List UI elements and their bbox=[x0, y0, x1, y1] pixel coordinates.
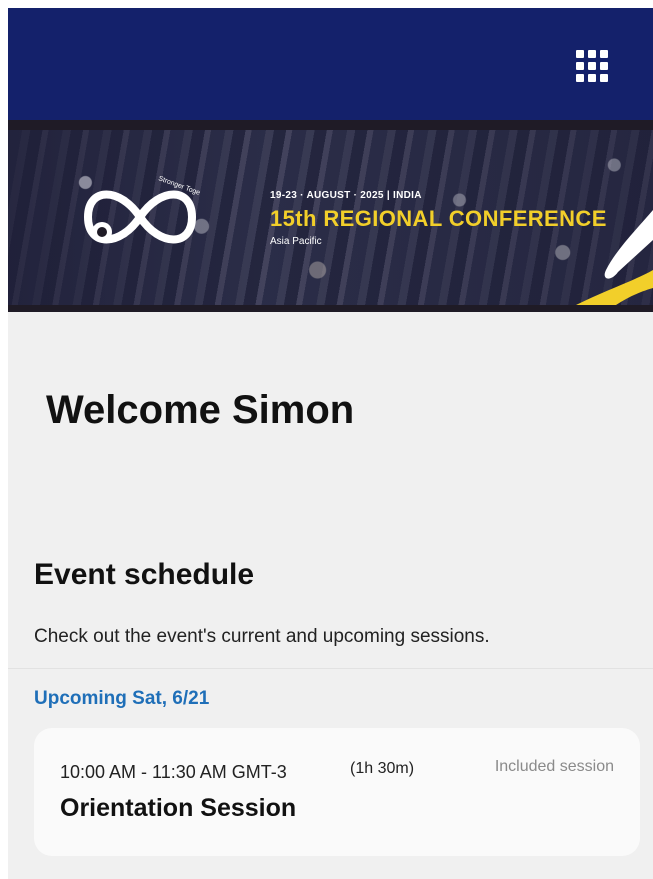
stronger-together-logo: Stronger Together bbox=[83, 175, 200, 244]
banner-dates: 19-23 · AUGUST · 2025 | INDIA bbox=[270, 190, 422, 201]
event-schedule-heading: Event schedule bbox=[34, 558, 255, 591]
session-duration: (1h 30m) bbox=[350, 760, 415, 777]
divider bbox=[8, 668, 653, 669]
top-app-bar bbox=[8, 8, 653, 120]
session-card[interactable]: 10:00 AM - 11:30 AM GMT-3 (1h 30m) Inclu… bbox=[34, 728, 640, 856]
welcome-heading: Welcome Simon bbox=[46, 388, 355, 432]
conference-banner: Stronger Together 19-23 · AUGUST · 2025 … bbox=[8, 120, 653, 312]
event-schedule-description: Check out the event's current and upcomi… bbox=[34, 626, 490, 647]
session-time: 10:00 AM - 11:30 AM GMT-3 bbox=[60, 762, 287, 782]
session-name: Orientation Session bbox=[60, 794, 297, 822]
banner-subtitle: Asia Pacific bbox=[270, 236, 322, 247]
session-tag: Included session bbox=[494, 758, 614, 775]
hands-graphic bbox=[576, 210, 653, 305]
apps-grid-icon[interactable] bbox=[574, 48, 610, 84]
app-frame: Stronger Together 19-23 · AUGUST · 2025 … bbox=[8, 8, 653, 879]
upcoming-day-label: Upcoming Sat, 6/21 bbox=[34, 688, 210, 709]
